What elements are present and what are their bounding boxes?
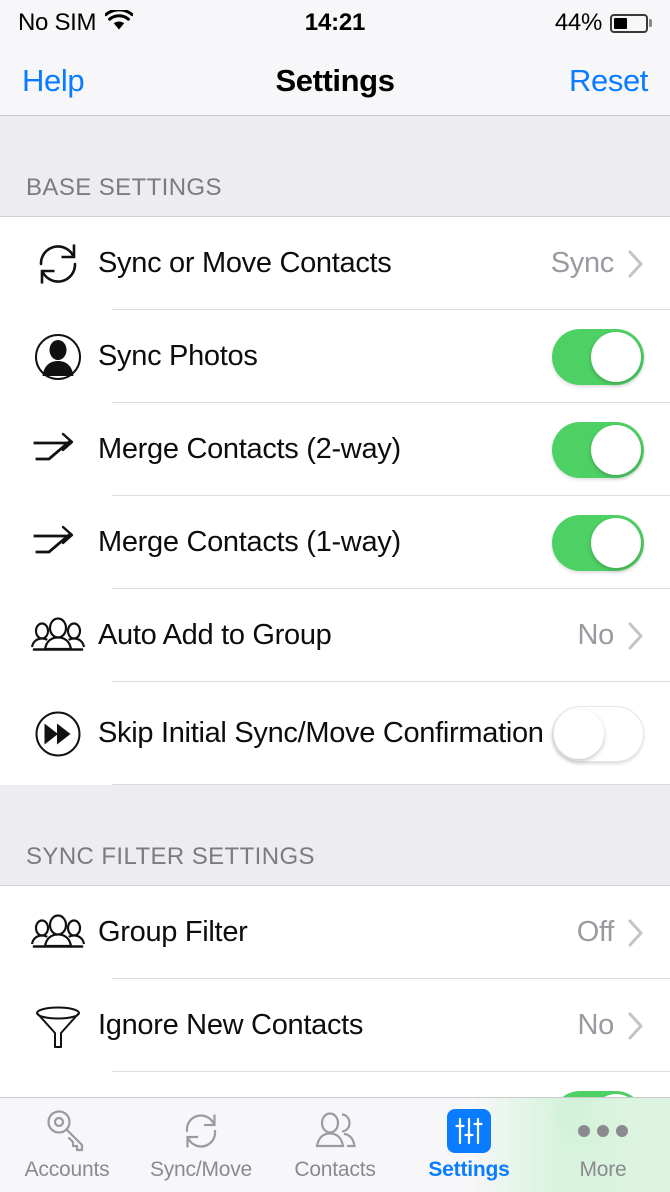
wifi-icon (104, 8, 134, 36)
merge-contacts-2-way-toggle[interactable] (552, 421, 644, 478)
group-people-icon (18, 604, 98, 668)
row-label: Merge Contacts (2-way) (98, 433, 401, 466)
tab-bar: Accounts Sync/Move Contacts Settings Mor… (0, 1097, 670, 1192)
chevron-right-icon (628, 622, 644, 650)
section-header-sync-filter-settings: SYNC FILTER SETTINGS (0, 785, 670, 886)
row-merge-contacts-1-way[interactable]: Merge Contacts (1-way) (0, 496, 670, 589)
row-label: Ignore New Contacts (98, 1009, 364, 1042)
merge-contacts-1-way-toggle[interactable] (552, 514, 644, 571)
row-sync-or-move-contacts[interactable]: Sync or Move Contacts Sync (0, 217, 670, 310)
tab-more[interactable]: More (536, 1098, 670, 1192)
skip-initial-sync-move-confirmation-toggle[interactable] (552, 705, 644, 762)
status-bar: No SIM 14:21 44% (0, 0, 670, 46)
tab-sync-move[interactable]: Sync/Move (134, 1098, 268, 1192)
row-auto-add-to-group[interactable]: Auto Add to Group No (0, 589, 670, 682)
row-label: Sync Photos (98, 340, 258, 373)
row-label: Sync or Move Contacts (98, 247, 392, 280)
section-header-label: SYNC FILTER SETTINGS (26, 843, 315, 870)
tab-contacts[interactable]: Contacts (268, 1098, 402, 1192)
row-label: Skip Initial Sync/Move Confirmation (98, 717, 544, 750)
chevron-right-icon (628, 250, 644, 278)
person-in-circle-icon (18, 325, 98, 389)
row-value: Sync (550, 247, 615, 279)
funnel-filter-icon (18, 994, 98, 1058)
row-sync-photos[interactable]: Sync Photos (0, 310, 670, 403)
tab-label: Settings (428, 1157, 510, 1181)
row-skip-initial-sync-move-confirmation[interactable]: Skip Initial Sync/Move Confirmation (0, 682, 670, 785)
row-ignore-new-contacts[interactable]: Ignore New Contacts No (0, 979, 670, 1072)
carrier-label: No SIM (18, 9, 97, 36)
chevron-right-icon (628, 1012, 644, 1040)
row-label: Group Filter (98, 916, 248, 949)
row-group-filter[interactable]: Group Filter Off (0, 886, 670, 979)
app-screen: No SIM 14:21 44% Help Settings Reset BAS… (0, 0, 670, 1192)
ellipsis-icon (578, 1109, 628, 1153)
merge-arrow-icon (18, 418, 98, 482)
merge-arrow-icon (18, 511, 98, 575)
settings-list[interactable]: BASE SETTINGS Sync or Move Contacts Sync (0, 116, 670, 1192)
sync-circular-arrows-icon (178, 1109, 224, 1153)
help-button[interactable]: Help (22, 63, 85, 99)
row-value: Off (576, 916, 615, 948)
contacts-people-icon (311, 1109, 359, 1153)
fast-forward-circle-icon (18, 702, 98, 766)
navigation-bar: Help Settings Reset (0, 46, 670, 116)
tab-accounts[interactable]: Accounts (0, 1098, 134, 1192)
tab-label: Sync/Move (149, 1157, 253, 1181)
tab-settings[interactable]: Settings (402, 1098, 536, 1192)
row-value: No (577, 619, 615, 651)
section-header-label: BASE SETTINGS (26, 174, 222, 201)
reset-button[interactable]: Reset (569, 63, 648, 99)
row-merge-contacts-2-way[interactable]: Merge Contacts (2-way) (0, 403, 670, 496)
chevron-right-icon (628, 919, 644, 947)
row-value: No (577, 1009, 615, 1041)
status-bar-left: No SIM (18, 8, 134, 37)
tab-label: Contacts (294, 1157, 376, 1181)
battery-percent-label: 44% (554, 9, 602, 36)
section-header-base-settings: BASE SETTINGS (0, 116, 670, 217)
tab-label: More (579, 1157, 627, 1181)
row-label: Merge Contacts (1-way) (98, 526, 401, 559)
status-bar-right: 44% (555, 9, 652, 37)
sliders-icon (447, 1108, 491, 1153)
battery-icon (610, 13, 652, 33)
tab-label: Accounts (24, 1157, 110, 1181)
sync-photos-toggle[interactable] (552, 328, 644, 385)
sync-circular-arrows-icon (18, 232, 98, 296)
group-people-icon (18, 901, 98, 965)
row-label: Auto Add to Group (98, 619, 332, 652)
key-icon (44, 1109, 90, 1153)
